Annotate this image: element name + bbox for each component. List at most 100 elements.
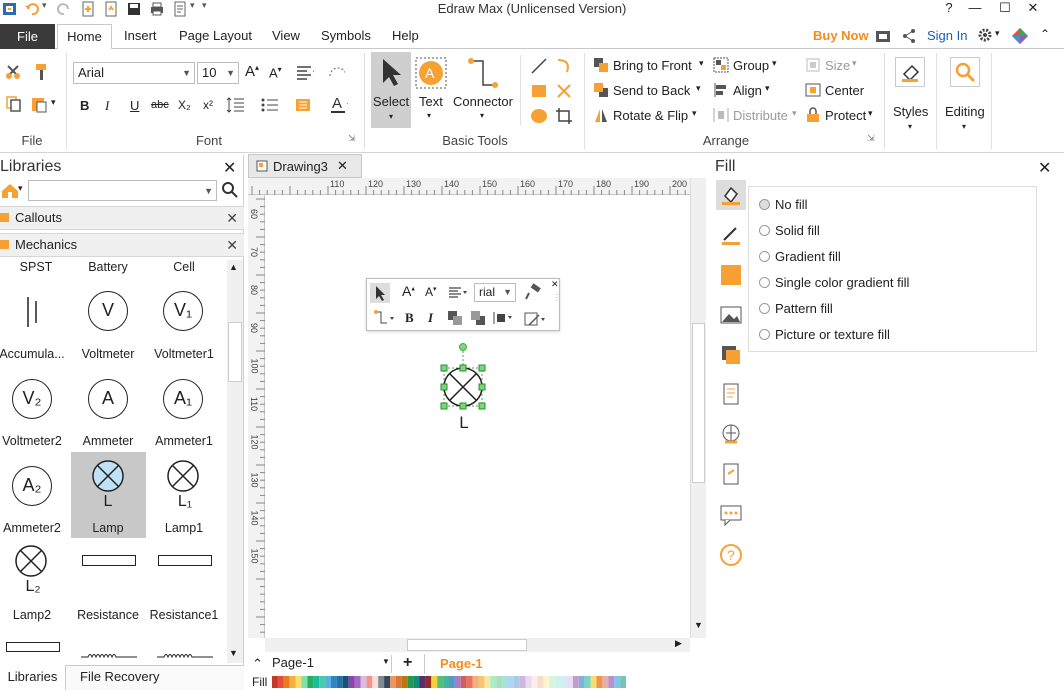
tab-help[interactable]: Help	[392, 28, 419, 43]
attachment-panel-button[interactable]	[716, 460, 746, 490]
drawing-canvas[interactable]: A▴ A▾ rial ▼ ✕ ⋮ B I L	[265, 195, 690, 638]
export-dropdown-icon[interactable]: ▾	[190, 0, 195, 11]
color-swatch[interactable]	[425, 676, 432, 688]
settings-dropdown-icon[interactable]: ▾	[995, 28, 1000, 39]
file-recovery-tab[interactable]: File Recovery	[80, 669, 159, 684]
maximize-button[interactable]: ☐	[992, 0, 1018, 18]
minimize-button[interactable]: —	[962, 0, 988, 18]
color-swatch[interactable]	[584, 676, 591, 688]
share-icon[interactable]	[901, 28, 917, 44]
color-swatch[interactable]	[289, 676, 296, 688]
group-dropdown-icon[interactable]: ▾	[772, 58, 777, 69]
color-swatch[interactable]	[590, 676, 597, 688]
tab-insert[interactable]: Insert	[124, 28, 157, 43]
protect-button[interactable]: Protect	[825, 108, 866, 123]
connector-dropdown-icon[interactable]: ▾	[480, 111, 484, 120]
color-swatch[interactable]	[277, 676, 284, 688]
color-swatch[interactable]	[395, 676, 402, 688]
scroll-down-icon[interactable]: ▼	[229, 648, 238, 658]
radio-picture-texture-fill[interactable]	[759, 329, 770, 340]
superscript-button[interactable]: x²	[203, 98, 213, 112]
rectangle-tool-icon[interactable]	[530, 82, 548, 100]
image-panel-button[interactable]	[716, 300, 746, 330]
close-section-icon[interactable]: ✕	[226, 234, 238, 256]
rotate-flip-icon[interactable]	[593, 107, 611, 125]
radio-no-fill[interactable]	[759, 199, 770, 210]
resistor-symbol[interactable]	[6, 642, 60, 652]
color-swatch[interactable]	[472, 676, 479, 688]
color-swatch[interactable]	[508, 676, 514, 688]
bold-button[interactable]: B	[80, 98, 89, 113]
color-swatch[interactable]	[525, 676, 532, 688]
rotate-flip-dropdown-icon[interactable]: ▾	[692, 108, 697, 119]
mini-connector-icon[interactable]	[373, 309, 397, 327]
color-swatch[interactable]	[602, 676, 609, 688]
color-swatch[interactable]	[431, 676, 438, 688]
color-swatch[interactable]	[307, 676, 314, 688]
mini-select-icon[interactable]	[370, 283, 390, 303]
align-dropdown-icon[interactable]: ▾	[765, 83, 770, 94]
subscript-button[interactable]: X₂	[178, 98, 191, 112]
scroll-up-icon[interactable]: ▲	[229, 262, 238, 272]
styles-icon[interactable]	[895, 57, 925, 87]
collapse-pages-icon[interactable]: ⌃	[252, 656, 263, 672]
comment-panel-button[interactable]	[716, 500, 746, 530]
library-scroll-thumb[interactable]	[228, 322, 242, 382]
canvas-vertical-scrollbar[interactable]: ▼	[690, 178, 706, 638]
font-dialog-launcher-icon[interactable]: ⇲	[348, 133, 356, 144]
ammeter-symbol[interactable]: A	[88, 379, 128, 419]
tab-page-layout[interactable]: Page Layout	[179, 28, 252, 43]
open-file-icon[interactable]	[103, 1, 119, 17]
paste-dropdown-icon[interactable]: ▾	[51, 97, 56, 108]
color-swatch[interactable]	[419, 676, 426, 688]
libraries-bottom-tab[interactable]: Libraries	[0, 665, 66, 690]
close-fill-panel-icon[interactable]: ✕	[1038, 158, 1051, 178]
color-swatch[interactable]	[283, 676, 290, 688]
symbol-label[interactable]: Ammeter1	[148, 434, 220, 448]
undo-dropdown-icon[interactable]: ▾	[42, 0, 47, 11]
color-swatch[interactable]	[543, 676, 550, 688]
line-style-panel-button[interactable]	[716, 220, 746, 250]
format-painter-icon[interactable]	[31, 63, 49, 81]
color-swatch[interactable]	[460, 676, 467, 688]
color-swatch[interactable]	[561, 676, 567, 688]
radio-single-color-gradient-fill[interactable]	[759, 277, 770, 288]
customize-toolbar-icon[interactable]: ▾	[202, 0, 207, 11]
ammeter1-symbol[interactable]: A₁	[163, 379, 203, 419]
font-color-icon[interactable]: A	[330, 95, 348, 113]
group-button[interactable]: Group	[733, 58, 769, 73]
color-swatch[interactable]	[572, 676, 579, 688]
tab-file[interactable]: File	[0, 24, 55, 49]
color-swatch[interactable]	[490, 676, 497, 688]
color-swatch[interactable]	[295, 676, 302, 688]
voltmeter2-symbol[interactable]: V₂	[12, 379, 52, 419]
send-to-back-button[interactable]: Send to Back	[613, 83, 690, 98]
strikethrough-button[interactable]: abc	[151, 99, 169, 111]
color-swatch[interactable]	[390, 676, 396, 688]
color-palette[interactable]	[272, 676, 726, 689]
font-name-select[interactable]: Arial ▼	[73, 62, 195, 84]
cart-icon[interactable]	[875, 28, 891, 44]
mini-bring-front-icon[interactable]	[447, 310, 465, 326]
color-swatch[interactable]	[407, 676, 414, 688]
lamp-shape-label[interactable]: L	[454, 413, 474, 433]
editing-icon[interactable]	[950, 57, 980, 87]
symbol-label[interactable]: Resistance	[72, 608, 144, 622]
color-swatch[interactable]	[519, 676, 526, 688]
fill-option-label[interactable]: Pattern fill	[775, 301, 833, 316]
tab-symbols[interactable]: Symbols	[321, 28, 371, 43]
close-libraries-icon[interactable]: ✕	[223, 158, 236, 178]
color-swatch[interactable]	[384, 676, 390, 688]
resistance1-symbol[interactable]	[158, 555, 212, 566]
text-tool-icon[interactable]: A	[415, 57, 447, 89]
color-swatch[interactable]	[614, 676, 621, 688]
send-to-back-icon[interactable]	[593, 82, 611, 100]
new-file-icon[interactable]	[80, 1, 96, 17]
color-swatch[interactable]	[348, 676, 355, 688]
editing-button[interactable]: Editing	[945, 104, 985, 119]
line-spacing-icon[interactable]	[226, 96, 244, 114]
color-swatch[interactable]	[443, 676, 449, 688]
radio-pattern-fill[interactable]	[759, 303, 770, 314]
fill-option-label[interactable]: Gradient fill	[775, 249, 841, 264]
color-swatch[interactable]	[555, 676, 562, 688]
